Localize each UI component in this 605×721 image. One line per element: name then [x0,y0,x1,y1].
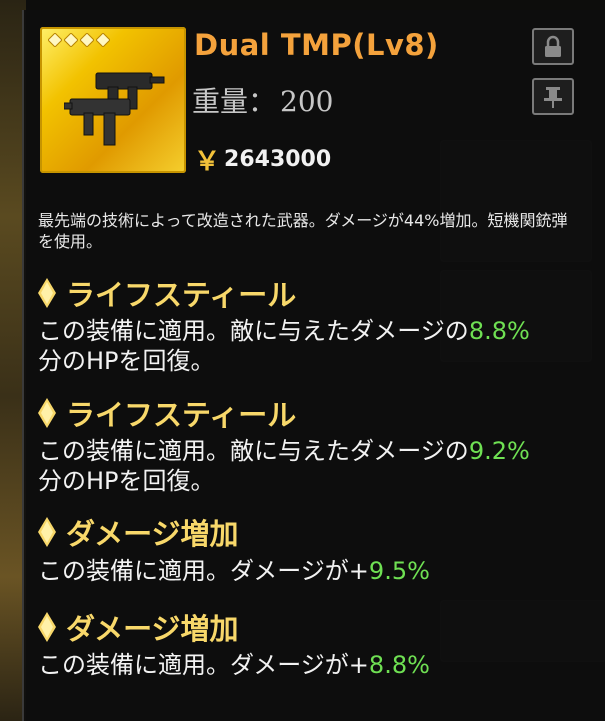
lock-button[interactable] [532,28,574,65]
weight-label: 重量： [192,85,277,118]
perk-value: 9.5% [368,557,430,585]
rarity-star-icon [96,33,110,47]
diamond-icon [38,278,56,308]
perk-effect: この装備に適用。ダメージが+9.5% [38,556,588,586]
diamond-icon [38,612,56,642]
perk-effect-text: この装備に適用。敵に与えたダメージの [38,317,469,345]
perk-title: ライフスティール [38,272,296,314]
perk-effect-text: この装備に適用。ダメージが+ [38,651,369,679]
perk-effect: この装備に適用。敵に与えたダメージの9.2% 分のHPを回復。 [38,436,588,496]
item-thumbnail [40,27,186,173]
rarity-star-icon [48,33,62,47]
perk-effect-suffix: 分のHPを回復。 [38,467,215,495]
perk-title-text: ダメージ増加 [66,517,239,551]
perk-effect-text: この装備に適用。敵に与えたダメージの [38,437,469,465]
perk-effect-text: この装備に適用。ダメージが+ [38,557,369,585]
rarity-star-icon [80,33,94,47]
rarity-star-icon [64,33,78,47]
perk-effect-suffix: 分のHPを回復。 [38,347,215,375]
pin-icon [544,86,562,108]
perk-effect: この装備に適用。ダメージが+8.8% [38,650,588,680]
dual-tmp-weapon-icon [64,72,165,146]
item-weight: 重量： 200 [192,80,333,120]
perk-effect: この装備に適用。敵に与えたダメージの8.8% 分のHPを回復。 [38,316,588,376]
perk-title: ライフスティール [38,392,296,434]
perk-value: 8.8% [368,651,430,679]
item-name: Dual TMP(Lv8) [194,28,439,62]
perk-value: 9.2% [468,437,530,465]
item-price: ￥ 2643000 [194,141,331,178]
weight-value: 200 [280,85,334,118]
currency-symbol: ￥ [194,147,221,177]
perk-title-text: ライフスティール [66,278,297,312]
perk-title-text: ライフスティール [66,398,297,432]
perk-title-text: ダメージ増加 [66,612,239,646]
lock-icon [545,35,561,57]
rarity-stars [48,33,110,47]
pin-button[interactable] [532,78,574,115]
perk-value: 8.8% [468,317,530,345]
price-value: 2643000 [224,147,332,172]
item-description: 最先端の技術によって改造された武器。ダメージが44%増加。短機関銃弾を使用。 [38,211,568,251]
perk-title: ダメージ増加 [38,511,239,553]
perk-title: ダメージ増加 [38,606,239,648]
diamond-icon [38,398,56,428]
diamond-icon [38,517,56,547]
